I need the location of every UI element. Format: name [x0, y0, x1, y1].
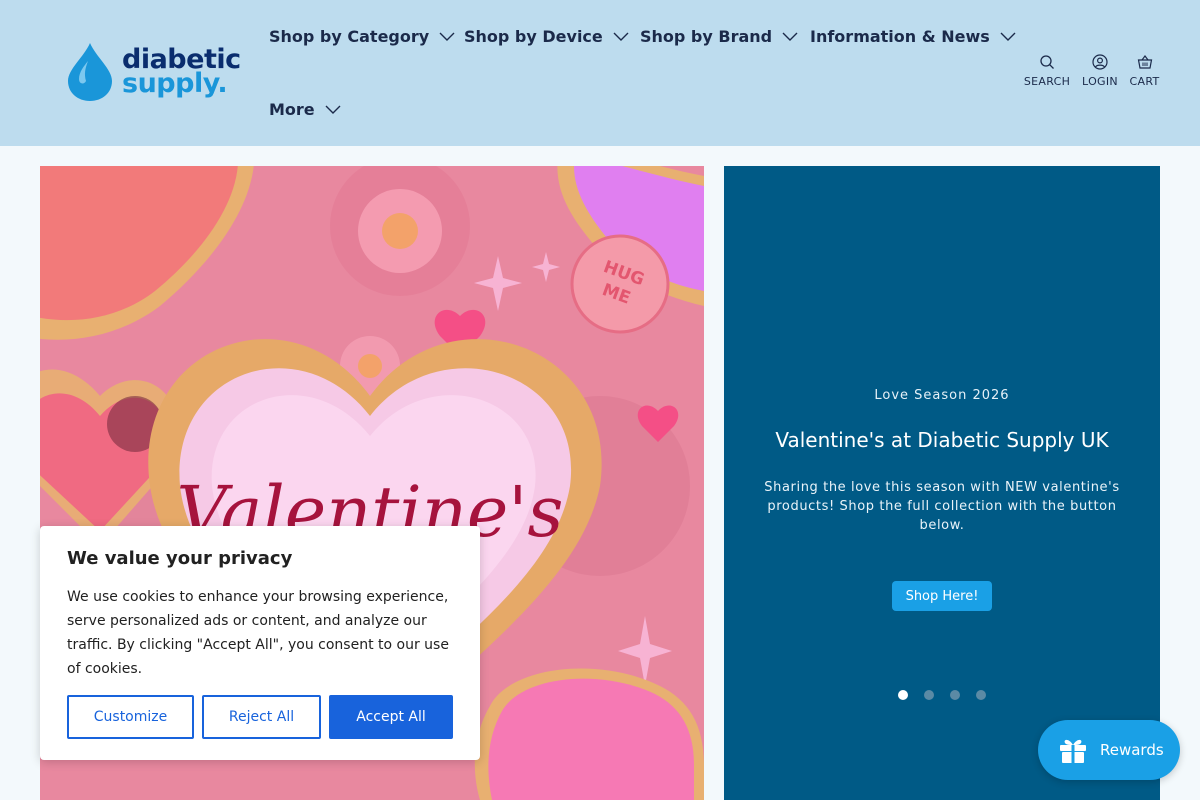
chevron-down-icon	[325, 105, 341, 114]
gift-icon	[1060, 739, 1086, 763]
cookie-actions: Customize Reject All Accept All	[67, 695, 453, 739]
chevron-down-icon	[439, 32, 455, 41]
basket-icon	[1137, 55, 1152, 69]
chevron-down-icon	[613, 32, 629, 41]
nav-shop-by-brand[interactable]: Shop by Brand	[640, 27, 798, 46]
reject-all-button[interactable]: Reject All	[202, 695, 321, 739]
cart-label: CART	[1129, 75, 1160, 88]
search-button[interactable]: SEARCH	[1023, 54, 1071, 88]
rewards-launcher[interactable]: Rewards	[1038, 720, 1180, 780]
rewards-label: Rewards	[1100, 741, 1164, 759]
nav-shop-by-device[interactable]: Shop by Device	[464, 27, 629, 46]
site-header: diabetic supply. Shop by Category Shop b…	[0, 0, 1200, 146]
login-button[interactable]: LOGIN	[1081, 54, 1119, 88]
cookie-text: We use cookies to enhance your browsing …	[67, 589, 449, 677]
hero-panel: Love Season 2026 Valentine's at Diabetic…	[724, 166, 1160, 800]
search-label: SEARCH	[1023, 75, 1071, 88]
nav-label: Shop by Category	[269, 27, 430, 46]
login-label: LOGIN	[1082, 75, 1118, 88]
accept-all-button[interactable]: Accept All	[329, 695, 453, 739]
nav-more[interactable]: More	[269, 100, 341, 119]
logo-wordmark: diabetic supply.	[122, 46, 241, 99]
hug-me-candy: HUG ME	[570, 234, 670, 334]
flower-icon	[358, 189, 442, 273]
site-logo[interactable]: diabetic supply.	[64, 40, 244, 104]
slider-dots	[724, 690, 1160, 700]
cart-button[interactable]: CART	[1129, 54, 1160, 88]
nav-label: Shop by Device	[464, 27, 603, 46]
user-icon	[1092, 54, 1108, 70]
nav-information-news[interactable]: Information & News	[810, 27, 1016, 46]
slider-dot-3[interactable]	[950, 690, 960, 700]
hero-description: Sharing the love this season with NEW va…	[764, 480, 1120, 533]
customize-button[interactable]: Customize	[67, 695, 194, 739]
nav-shop-by-category[interactable]: Shop by Category	[269, 27, 455, 46]
search-icon	[1040, 55, 1054, 69]
slider-dot-2[interactable]	[924, 690, 934, 700]
chevron-down-icon	[782, 32, 798, 41]
logo-line-2: supply.	[122, 68, 228, 99]
chevron-down-icon	[1000, 32, 1016, 41]
hero-eyebrow: Love Season 2026	[874, 388, 1010, 403]
nav-label: Information & News	[810, 27, 990, 46]
water-drop-icon	[68, 43, 112, 101]
hero-title: Valentine's at Diabetic Supply UK	[775, 428, 1109, 452]
nav-label: More	[269, 100, 315, 119]
slider-dot-4[interactable]	[976, 690, 986, 700]
cookie-title: We value your privacy	[67, 548, 293, 569]
cookie-consent-banner: We value your privacy We use cookies to …	[40, 526, 480, 760]
shop-here-button[interactable]: Shop Here!	[892, 581, 992, 611]
slider-dot-1[interactable]	[898, 690, 908, 700]
nav-label: Shop by Brand	[640, 27, 773, 46]
